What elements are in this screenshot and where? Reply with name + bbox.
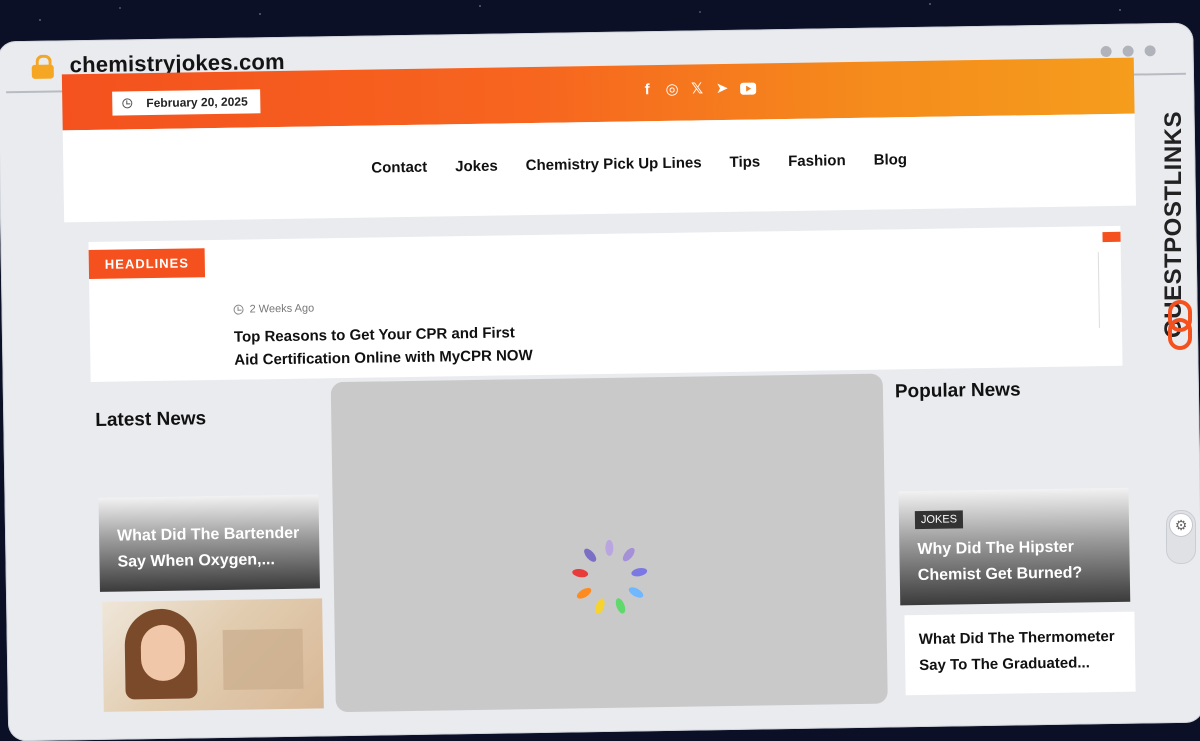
x-icon[interactable]: 𝕏	[690, 80, 704, 98]
youtube-icon[interactable]	[740, 82, 757, 95]
spinner-petal	[605, 539, 614, 556]
spinner-petal	[613, 597, 628, 615]
ticker-divider	[1097, 252, 1100, 329]
gear-icon[interactable]: ⚙	[1169, 513, 1193, 537]
headline-time: 2 Weeks Ago	[249, 302, 315, 316]
latest-news-title[interactable]: What Did The Bartender Say When Oxygen,.…	[117, 521, 308, 576]
popular-news-title[interactable]: What Did The Thermometer Say To The Grad…	[919, 624, 1126, 679]
latest-news-heading: Latest News	[95, 408, 207, 431]
spinner-petal	[581, 546, 599, 564]
date-box: February 20, 2025	[112, 89, 261, 116]
clock-icon	[233, 304, 244, 315]
ticker-control[interactable]	[1102, 231, 1121, 243]
telegram-icon[interactable]: ➤	[715, 80, 729, 98]
window-dot-icon[interactable]	[1100, 45, 1112, 58]
spinner-petal	[620, 545, 637, 564]
spinner-petal	[571, 567, 589, 579]
webpage: February 20, 2025 f ◎ 𝕏 ➤ Contact Jokes …	[61, 57, 1144, 715]
window-dot-icon[interactable]	[1144, 45, 1156, 57]
nav-item-pick-up-lines[interactable]: Chemistry Pick Up Lines	[526, 154, 702, 174]
link-chain-icon	[1168, 300, 1192, 350]
settings-toggle[interactable]: ⚙	[1166, 510, 1196, 564]
nav-item-contact[interactable]: Contact	[371, 159, 427, 177]
featured-slider[interactable]	[330, 373, 888, 713]
spinner-petal	[627, 585, 645, 600]
nav-item-blog[interactable]: Blog	[874, 151, 908, 169]
nav-item-tips[interactable]: Tips	[729, 153, 760, 170]
main-header: Contact Jokes Chemistry Pick Up Lines Ti…	[62, 113, 1137, 223]
guestpostlinks-sidebar: GUESTPOSTLINKS ⚙	[1160, 0, 1200, 670]
headline-meta: 2 Weeks Ago	[233, 299, 533, 316]
popular-news-card[interactable]: JOKES Why Did The Hipster Chemist Get Bu…	[898, 487, 1131, 606]
spinner-petal	[575, 585, 593, 601]
spinner-petal	[630, 566, 648, 578]
latest-news-card[interactable]: What Did The Bartender Say When Oxygen,.…	[98, 494, 320, 592]
spinner-petal	[593, 597, 607, 616]
instagram-icon[interactable]: ◎	[665, 81, 679, 99]
headline-title[interactable]: Top Reasons to Get Your CPR and First Ai…	[234, 321, 535, 372]
clock-icon	[122, 98, 133, 109]
headline-item[interactable]: 2 Weeks Ago Top Reasons to Get Your CPR …	[233, 299, 534, 372]
brand-logo: GUESTPOSTLINKS	[1160, 110, 1187, 338]
nav-item-jokes[interactable]: Jokes	[455, 158, 498, 176]
nav-item-fashion[interactable]: Fashion	[788, 152, 846, 170]
latest-news-image[interactable]	[102, 598, 324, 712]
lock-icon	[31, 54, 54, 79]
window-dot-icon[interactable]	[1122, 45, 1134, 57]
current-date: February 20, 2025	[146, 94, 248, 111]
popular-news-title[interactable]: Why Did The Hipster Chemist Get Burned?	[917, 534, 1118, 589]
headlines-ticker: HEADLINES 2 Weeks Ago Top Reasons to Get…	[88, 225, 1123, 383]
category-tag[interactable]: JOKES	[914, 510, 964, 530]
facebook-icon[interactable]: f	[640, 81, 654, 99]
social-links: f ◎ 𝕏 ➤	[640, 80, 757, 100]
popular-news-heading: Popular News	[894, 379, 1021, 403]
popular-news-card[interactable]: What Did The Thermometer Say To The Grad…	[904, 611, 1136, 696]
main-nav: Contact Jokes Chemistry Pick Up Lines Ti…	[371, 151, 907, 176]
headlines-badge: HEADLINES	[88, 248, 206, 280]
